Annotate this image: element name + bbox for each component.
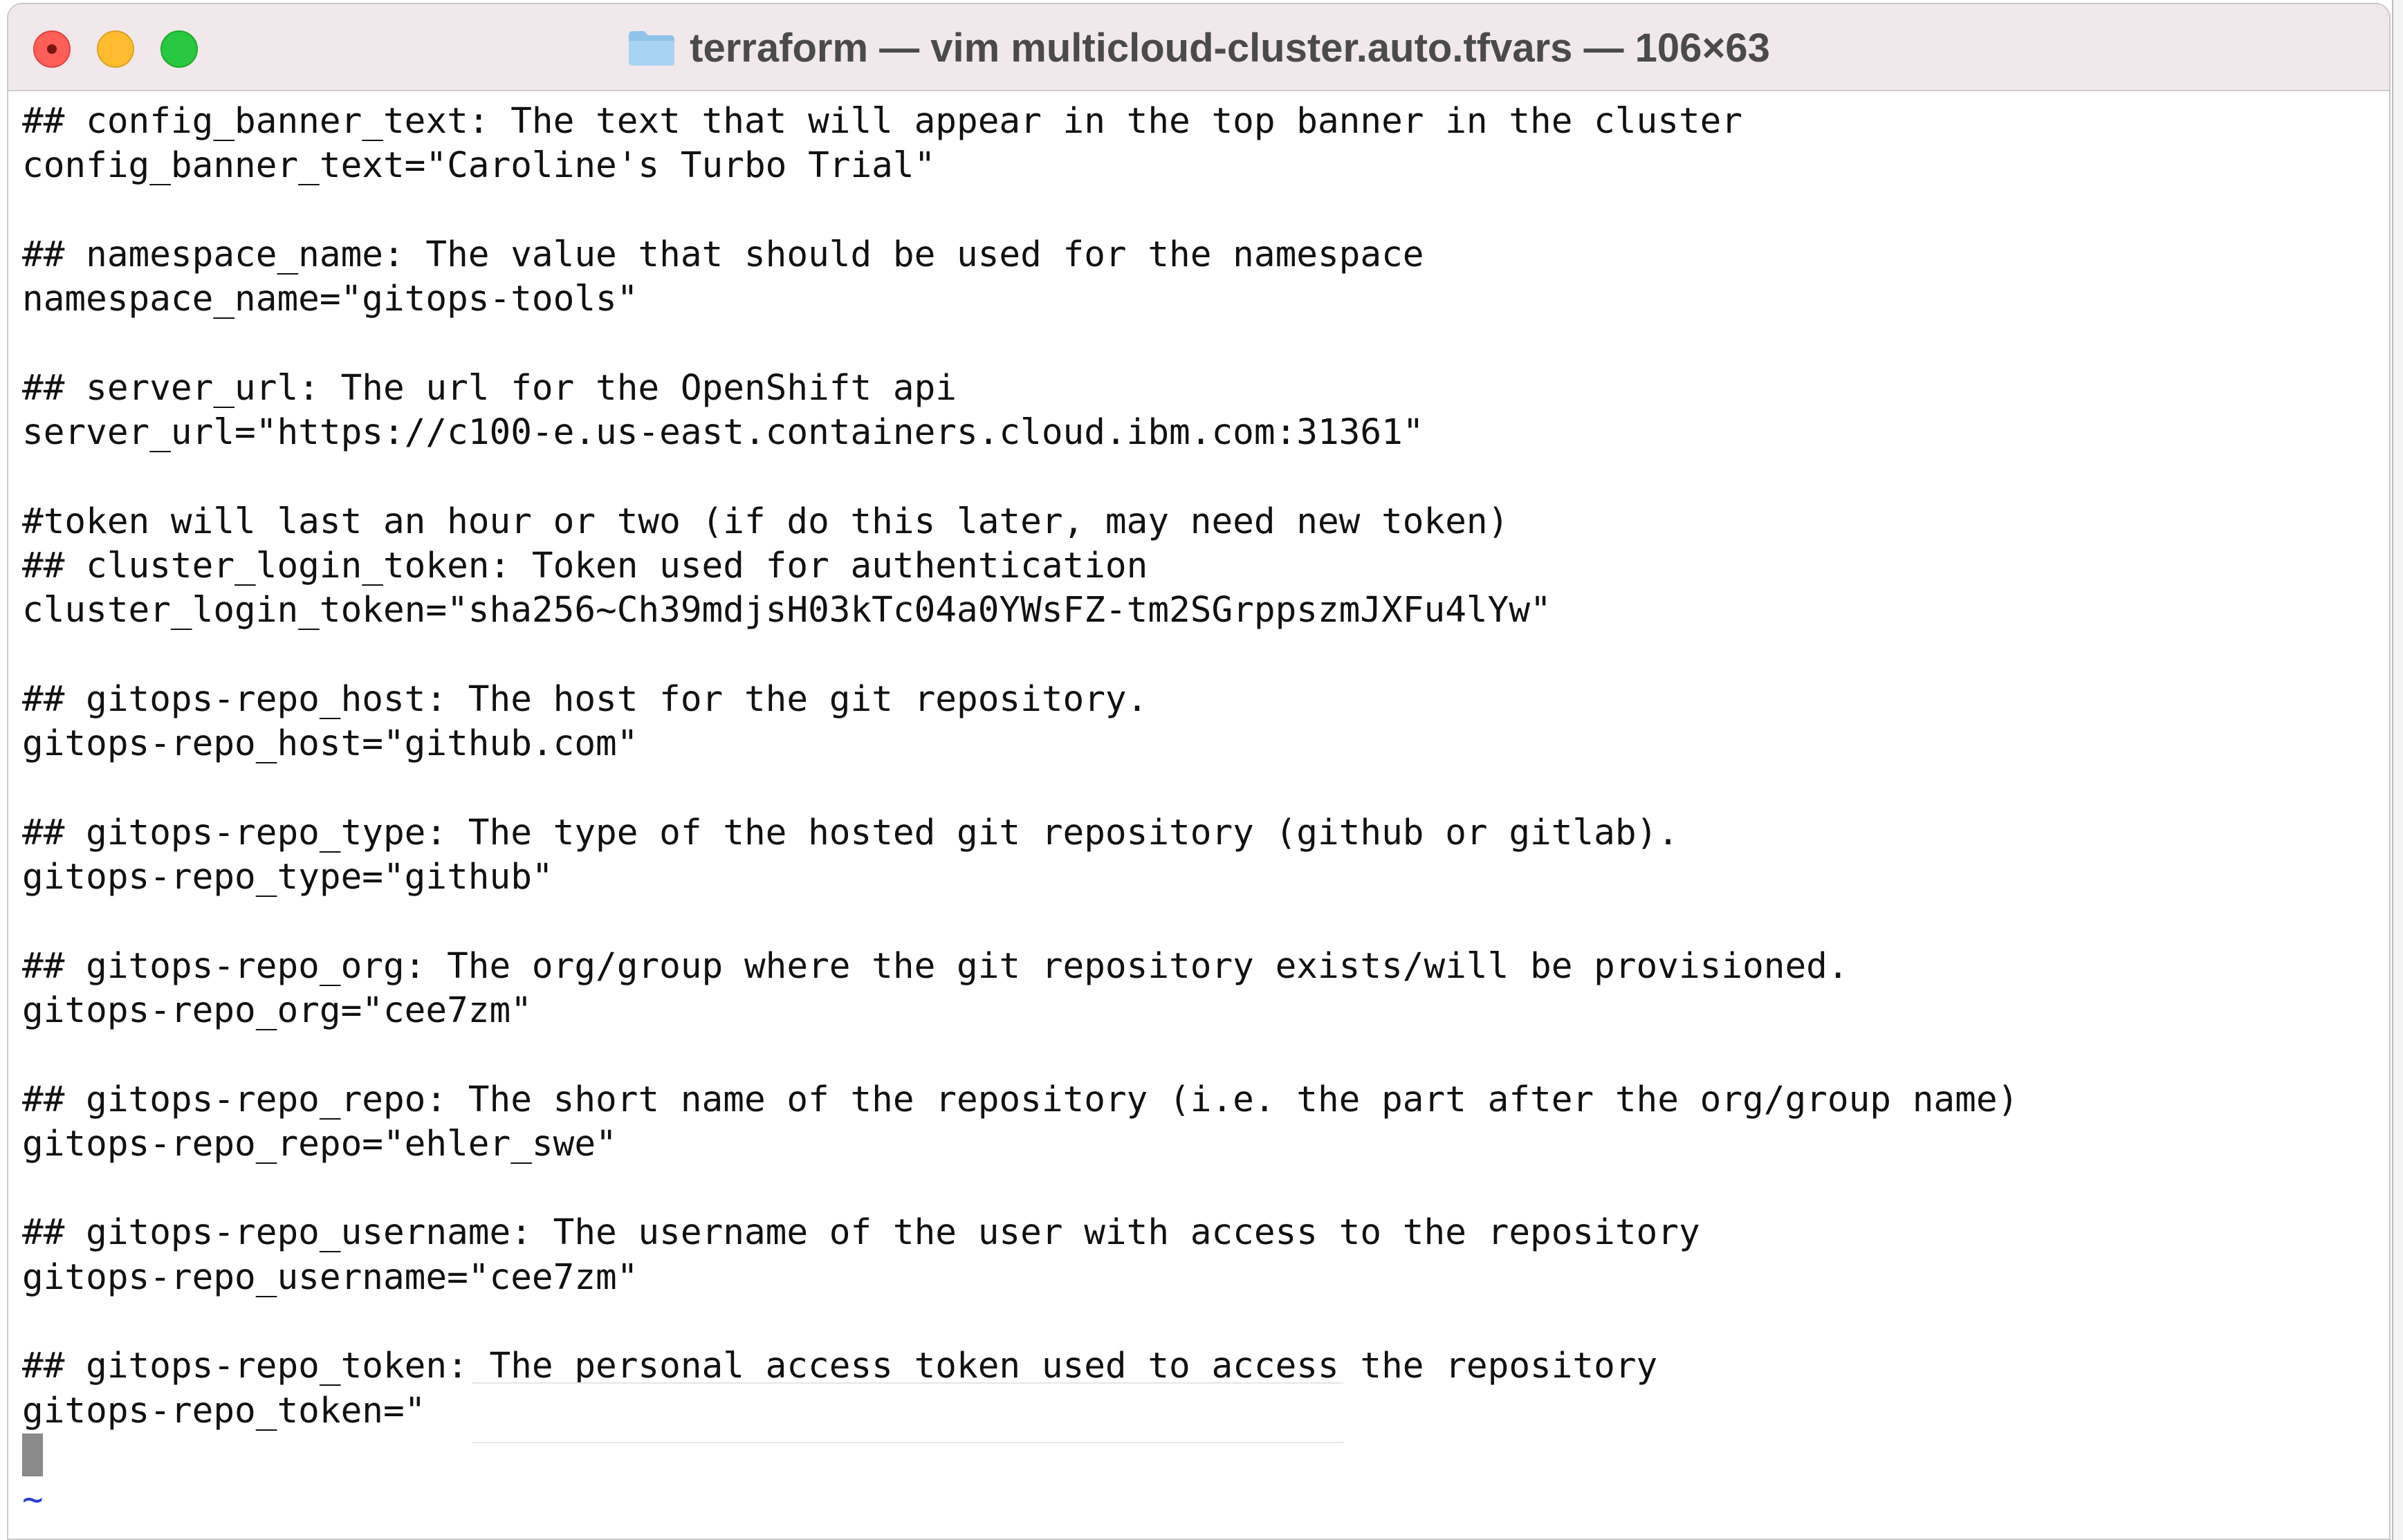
code-line: config_banner_text="Caroline's Turbo Tri… — [22, 145, 936, 187]
text-cursor — [22, 1433, 43, 1476]
code-line: gitops-repo_repo="ehler_swe" — [22, 1123, 617, 1165]
comment-line: ## cluster_login_token: Token used for a… — [22, 545, 1148, 586]
comment-line: ## namespace_name: The value that should… — [22, 234, 1424, 275]
code-line: gitops-repo_username="cee7zm" — [22, 1256, 638, 1298]
comment-line: #token will last an hour or two (if do t… — [22, 501, 1509, 542]
title-bar[interactable]: terraform — vim multicloud-cluster.auto.… — [8, 4, 2389, 91]
comment-line: ## gitops-repo_repo: The short name of t… — [22, 1079, 2019, 1120]
window-title-text: terraform — vim multicloud-cluster.auto.… — [690, 25, 1770, 71]
code-line: gitops-repo_org="cee7zm" — [22, 990, 532, 1031]
empty-buffer-tilde: ~ — [22, 1479, 44, 1521]
cursor-line — [22, 1433, 2375, 1478]
comment-line: ## gitops-repo_type: The type of the hos… — [22, 812, 1679, 853]
comment-line: ## gitops-repo_host: The host for the gi… — [22, 678, 1148, 720]
code-line: gitops-repo_host="github.com" — [22, 723, 638, 765]
comment-line: ## gitops-repo_org: The org/group where … — [22, 945, 1849, 987]
comment-line: ## gitops-repo_username: The username of… — [22, 1212, 1700, 1254]
comment-line: ## config_banner_text: The text that wil… — [22, 101, 1743, 142]
code-line: namespace_name="gitops-tools" — [22, 279, 638, 320]
code-line: gitops-repo_type="github" — [22, 857, 553, 898]
folder-icon — [627, 28, 676, 67]
code-line: server_url="https://c100-e.us-east.conta… — [22, 412, 1424, 454]
window-title: terraform — vim multicloud-cluster.auto.… — [8, 4, 2389, 91]
code-line: cluster_login_token="sha256~Ch39mdjsH03k… — [22, 590, 1552, 631]
comment-line: ## server_url: The url for the OpenShift… — [22, 367, 957, 409]
vim-editor[interactable]: ## config_banner_text: The text that wil… — [22, 100, 2375, 1539]
window-edge — [2392, 0, 2403, 1540]
empty-buffer-tilde: ~ — [22, 1523, 2375, 1539]
terminal-window: terraform — vim multicloud-cluster.auto.… — [7, 3, 2391, 1540]
